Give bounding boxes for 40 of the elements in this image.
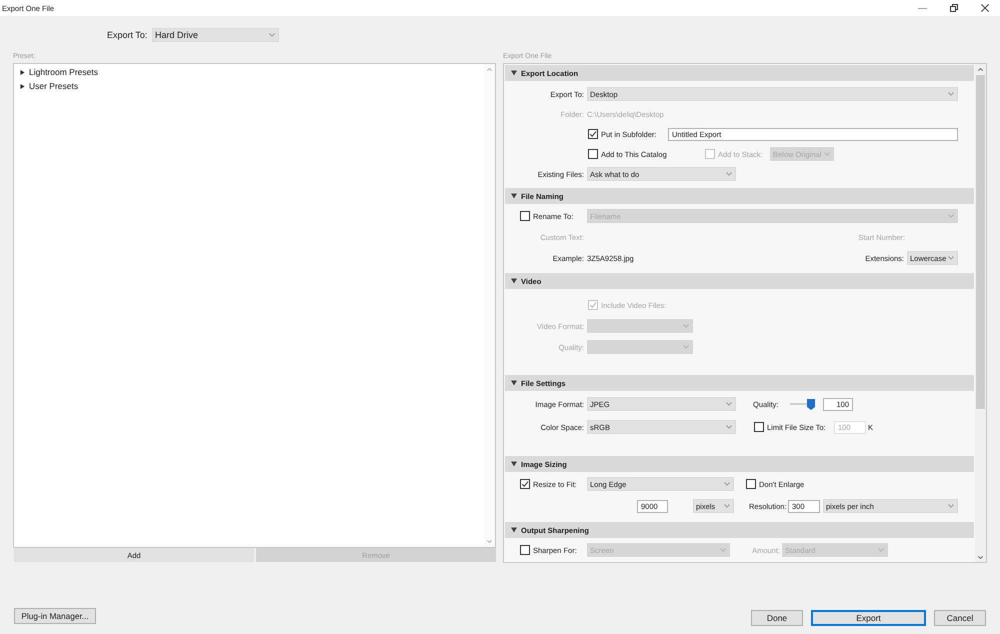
dialog-button[interactable]: Done <box>751 610 803 626</box>
checkbox[interactable] <box>754 422 764 432</box>
dialog-button[interactable]: Export <box>811 610 926 626</box>
chevron-down-icon <box>683 345 689 349</box>
checkbox[interactable] <box>588 149 598 159</box>
chevron-down-icon <box>269 33 275 37</box>
chevron-down-icon <box>726 402 732 406</box>
chevron-down-icon <box>878 548 884 552</box>
chevron-down-icon <box>948 256 954 260</box>
dialog-button[interactable]: Cancel <box>934 610 986 626</box>
chevron-down-icon <box>824 152 830 156</box>
chevron-down-icon <box>724 504 730 508</box>
slider-thumb[interactable] <box>807 398 815 410</box>
tree-item[interactable]: Lightroom Presets <box>20 65 98 79</box>
chevron-down-icon <box>724 482 730 486</box>
checkbox[interactable] <box>746 479 756 489</box>
chevron-down-icon <box>683 324 689 328</box>
checkbox[interactable] <box>520 211 530 221</box>
checkbox[interactable] <box>588 129 598 139</box>
plugin-manager-button[interactable]: Plug-in Manager... <box>14 608 96 624</box>
scrollbar-thumb[interactable] <box>976 75 985 409</box>
checkbox[interactable] <box>520 479 530 489</box>
export-to-label: Export To: <box>107 30 148 40</box>
chevron-up-icon <box>978 68 983 71</box>
chevron-up-icon <box>487 68 492 71</box>
checkbox[interactable] <box>520 545 530 555</box>
close-icon <box>980 4 988 12</box>
export-to-dropdown[interactable]: Hard Drive <box>152 28 279 42</box>
chevron-down-icon <box>726 425 732 429</box>
chevron-down-icon <box>948 504 954 508</box>
restore-icon <box>950 4 958 12</box>
chevron-down-icon <box>726 172 732 176</box>
chevron-down-icon <box>978 556 983 559</box>
scrollbar[interactable] <box>975 64 986 562</box>
chevron-down-icon <box>720 548 726 552</box>
scrollbar[interactable] <box>484 64 495 547</box>
chevron-down-icon <box>948 214 954 218</box>
chevron-down-icon <box>948 92 954 96</box>
tree-item[interactable]: User Presets <box>20 79 78 93</box>
chevron-down-icon <box>487 540 492 543</box>
